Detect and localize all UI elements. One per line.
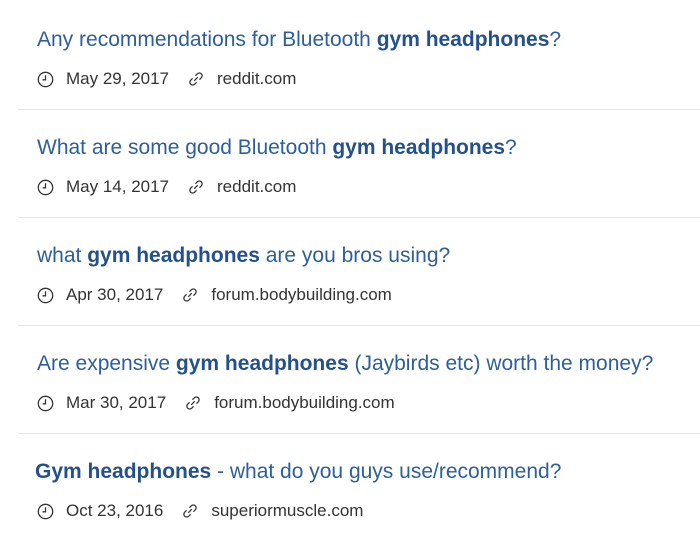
result-source-link[interactable]: forum.bodybuilding.com xyxy=(214,393,394,413)
result-date: May 14, 2017 xyxy=(66,177,170,196)
result-title-suffix: ? xyxy=(505,136,517,159)
result-meta: Mar 30, 2017 forum.bodybuilding.com xyxy=(36,392,395,414)
result-title-suffix: are you bros using? xyxy=(259,244,451,267)
clock-icon xyxy=(36,286,54,304)
result-meta: Oct 23, 2016 superiormuscle.com xyxy=(36,500,363,522)
result-source-link[interactable]: reddit.com xyxy=(217,69,296,89)
result-title-highlight: Gym headphones xyxy=(35,460,212,483)
result-title-prefix: What are some good Bluetooth xyxy=(37,136,333,159)
result-item: Gym headphones - what do you guys use/re… xyxy=(18,434,700,542)
link-icon xyxy=(184,394,202,412)
result-title-prefix: Any recommendations for Bluetooth xyxy=(37,28,377,51)
result-title-suffix: ? xyxy=(549,28,562,51)
result-meta: Apr 30, 2017 forum.bodybuilding.com xyxy=(36,284,392,306)
result-item: Any recommendations for Bluetooth gym he… xyxy=(18,2,700,110)
result-meta: May 14, 2017 reddit.com xyxy=(36,176,296,198)
result-source-link[interactable]: forum.bodybuilding.com xyxy=(211,285,391,305)
result-title-highlight: gym headphones xyxy=(87,244,260,267)
search-results-list: Any recommendations for Bluetooth gym he… xyxy=(0,0,700,541)
result-item: Are expensive gym headphones (Jaybirds e… xyxy=(18,326,700,434)
link-icon xyxy=(187,178,205,196)
link-icon xyxy=(181,286,199,304)
result-title-highlight: gym headphones xyxy=(175,352,349,375)
result-title-prefix: Are expensive xyxy=(37,352,176,375)
result-date: May 29, 2017 xyxy=(66,69,170,88)
result-title-suffix: - what do you guys use/recommend? xyxy=(211,460,562,483)
result-title-highlight: gym headphones xyxy=(376,28,550,51)
clock-icon xyxy=(36,178,54,196)
link-icon xyxy=(181,502,199,520)
result-title-link[interactable]: Any recommendations for Bluetooth gym he… xyxy=(37,26,561,54)
result-date: Mar 30, 2017 xyxy=(66,393,167,412)
result-item: what gym headphones are you bros using? … xyxy=(18,218,700,326)
result-item: What are some good Bluetooth gym headpho… xyxy=(18,110,700,218)
link-icon xyxy=(187,70,205,88)
result-source-link[interactable]: superiormuscle.com xyxy=(211,501,363,521)
result-title-link[interactable]: Gym headphones - what do you guys use/re… xyxy=(35,458,561,486)
result-title-prefix: what xyxy=(37,244,88,267)
clock-icon xyxy=(36,70,54,88)
result-title-link[interactable]: Are expensive gym headphones (Jaybirds e… xyxy=(37,350,653,378)
result-source-link[interactable]: reddit.com xyxy=(217,177,296,197)
result-date: Oct 23, 2016 xyxy=(66,501,164,520)
result-title-link[interactable]: what gym headphones are you bros using? xyxy=(37,242,450,270)
clock-icon xyxy=(36,394,54,412)
result-title-suffix: (Jaybirds etc) worth the money? xyxy=(348,352,654,375)
result-date: Apr 30, 2017 xyxy=(66,285,164,304)
clock-icon xyxy=(36,502,54,520)
result-title-link[interactable]: What are some good Bluetooth gym headpho… xyxy=(37,134,517,162)
result-title-highlight: gym headphones xyxy=(332,136,506,159)
result-meta: May 29, 2017 reddit.com xyxy=(36,68,296,90)
